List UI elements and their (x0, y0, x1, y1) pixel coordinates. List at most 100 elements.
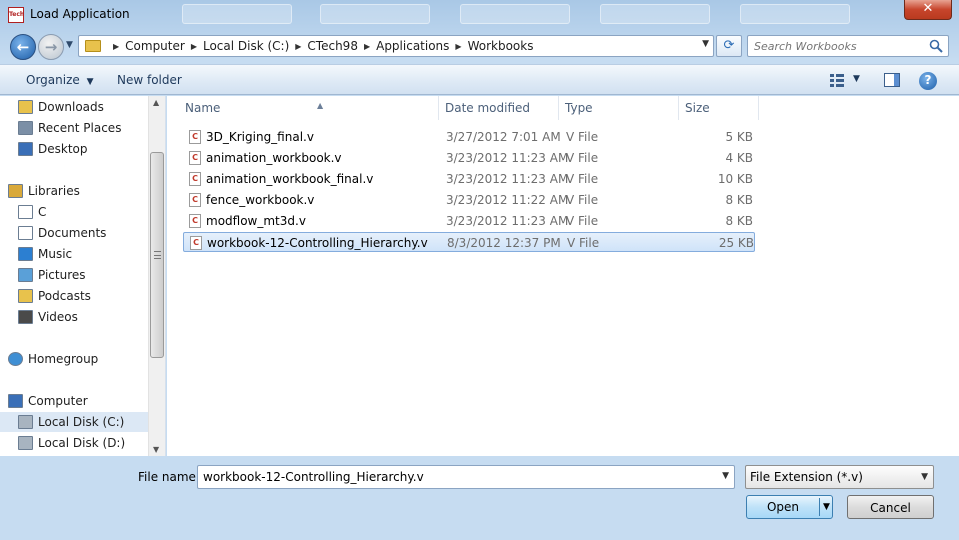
file-date-modified: 3/23/2012 11:23 AM (446, 214, 569, 228)
file-date-modified: 3/27/2012 7:01 AM (446, 130, 561, 144)
breadcrumb-item[interactable]: Applications (376, 39, 449, 53)
address-bar[interactable]: ▶ Computer ▶ Local Disk (C:) ▶ CTech98 ▶ Applic… (78, 35, 714, 57)
nav-item[interactable]: Videos (0, 307, 148, 327)
open-button[interactable]: Open ▼ (746, 495, 833, 519)
column-name-label: Name (185, 101, 221, 115)
nav-item[interactable]: Local Disk (D:) (0, 433, 148, 453)
view-options-dropdown-icon[interactable]: ▼ (853, 74, 860, 84)
nav-item[interactable]: Libraries (0, 181, 148, 201)
v-file-icon: C (189, 214, 201, 228)
nav-item[interactable]: Downloads (0, 97, 148, 117)
file-type: V File (566, 172, 599, 186)
nav-item[interactable]: Pictures (0, 265, 148, 285)
close-button[interactable]: ✕ (904, 0, 952, 20)
nav-item[interactable]: Local Disk (C:) (0, 412, 148, 432)
file-list: Name ▲ Date modified Type Size C 3D_Krigi… (167, 96, 959, 456)
v-file-icon: C (189, 172, 201, 186)
column-header-type[interactable]: Type (559, 96, 679, 120)
background-window-tab (740, 4, 850, 24)
file-row[interactable]: Cmodflow_mt3d.v 3/23/2012 11:23 AM V File 8… (183, 211, 755, 231)
chevron-down-icon: ▼ (921, 472, 928, 482)
file-row[interactable]: C 3D_Kriging_final.v 3/27/2012 7:01 AM V Fi… (183, 127, 755, 147)
file-type: V File (566, 130, 599, 144)
file-type: V File (566, 151, 599, 165)
nav-item[interactable]: Homegroup (0, 349, 148, 369)
recent-pages-dropdown-icon[interactable]: ▼ (66, 40, 73, 50)
nav-item[interactable]: Music (0, 244, 148, 264)
column-header-name[interactable]: Name ▲ (179, 96, 439, 120)
file-date-modified: 8/3/2012 12:37 PM (447, 236, 561, 250)
cancel-button[interactable]: Cancel (847, 495, 934, 519)
file-row[interactable]: Cfence_workbook.v 3/23/2012 11:22 AM V Fil… (183, 190, 755, 210)
refresh-button[interactable]: ⟳ (716, 35, 742, 57)
forward-button[interactable]: → (38, 34, 64, 60)
command-bar: Organize ▼ New folder ▼ ? (0, 64, 959, 95)
breadcrumb-separator-icon[interactable]: ▶ (191, 42, 197, 51)
breadcrumb-separator-icon[interactable]: ▶ (364, 42, 370, 51)
file-name: workbook-12-Controlling_Hierarchy.v (207, 236, 428, 250)
file-row[interactable]: Canimation_workbook_final.v 3/23/2012 11:… (183, 169, 755, 189)
address-dropdown-icon[interactable]: ▼ (702, 39, 709, 49)
change-view-icon[interactable] (829, 73, 845, 87)
split-divider (819, 498, 820, 516)
file-row[interactable]: Cworkbook-12-Controlling_Hierarchy.v 8/3/… (183, 232, 755, 252)
nav-item[interactable]: Recent Places (0, 118, 148, 138)
nav-item[interactable]: Podcasts (0, 286, 148, 306)
nav-item[interactable]: Computer (0, 391, 148, 411)
search-icon[interactable] (929, 39, 943, 53)
search-box[interactable] (747, 35, 949, 57)
scroll-down-icon[interactable]: ▼ (153, 445, 159, 454)
navigation-scrollbar[interactable]: ▲ ▼ (148, 96, 165, 456)
column-header-size[interactable]: Size (679, 96, 759, 120)
file-name-dropdown-icon[interactable]: ▼ (722, 471, 729, 481)
organize-button[interactable]: Organize ▼ (26, 73, 94, 87)
app-icon: Tech (8, 7, 24, 23)
nav-item[interactable]: C (0, 202, 148, 222)
background-window-tab (320, 4, 430, 24)
folder-icon (85, 40, 101, 52)
breadcrumb-item[interactable]: Workbooks (468, 39, 534, 53)
file-type: V File (566, 214, 599, 228)
breadcrumb-item[interactable]: CTech98 (307, 39, 358, 53)
pictures-icon (18, 268, 33, 282)
navigation-pane: Downloads Recent Places Desktop Libraries C D… (0, 96, 166, 456)
file-name: 3D_Kriging_final.v (206, 130, 314, 144)
new-folder-button[interactable]: New folder (117, 73, 182, 87)
podcasts-folder-icon (18, 289, 33, 303)
nav-item-label: C (38, 205, 47, 219)
drive-icon (18, 436, 33, 450)
file-row[interactable]: Canimation_workbook.v 3/23/2012 11:23 AM V… (183, 148, 755, 168)
scrollbar-thumb[interactable] (150, 152, 164, 358)
nav-item[interactable]: Documents (0, 223, 148, 243)
back-button[interactable]: ← (10, 34, 36, 60)
file-name-input[interactable] (201, 469, 701, 485)
open-dropdown-icon[interactable]: ▼ (823, 502, 830, 512)
nav-item-label: Recent Places (38, 121, 122, 135)
breadcrumb-item[interactable]: Computer (125, 39, 185, 53)
homegroup-icon (8, 352, 23, 366)
breadcrumb: ▶ Computer ▶ Local Disk (C:) ▶ CTech98 ▶ Applic… (107, 39, 533, 53)
file-name: animation_workbook.v (206, 151, 342, 165)
nav-item[interactable]: Desktop (0, 139, 148, 159)
file-type-select[interactable]: File Extension (*.v) ▼ (745, 465, 934, 489)
file-name-combobox[interactable]: ▼ (197, 465, 735, 489)
libraries-icon (8, 184, 23, 198)
breadcrumb-separator-icon[interactable]: ▶ (113, 42, 119, 51)
column-header-date[interactable]: Date modified (439, 96, 559, 120)
breadcrumb-separator-icon[interactable]: ▶ (295, 42, 301, 51)
documents-icon (18, 226, 33, 240)
breadcrumb-separator-icon[interactable]: ▶ (455, 42, 461, 51)
background-window-tab (600, 4, 710, 24)
nav-item-label: Local Disk (C:) (38, 415, 125, 429)
computer-icon (8, 394, 23, 408)
breadcrumb-item[interactable]: Local Disk (C:) (203, 39, 289, 53)
help-icon[interactable]: ? (919, 72, 937, 90)
background-window-tab (182, 4, 292, 24)
search-input[interactable] (752, 38, 922, 54)
chevron-down-icon: ▼ (86, 77, 94, 87)
scroll-up-icon[interactable]: ▲ (153, 98, 159, 107)
nav-item-label: Pictures (38, 268, 86, 282)
open-label: Open (766, 500, 800, 514)
v-file-icon: C (189, 193, 201, 207)
preview-pane-icon[interactable] (884, 73, 900, 87)
